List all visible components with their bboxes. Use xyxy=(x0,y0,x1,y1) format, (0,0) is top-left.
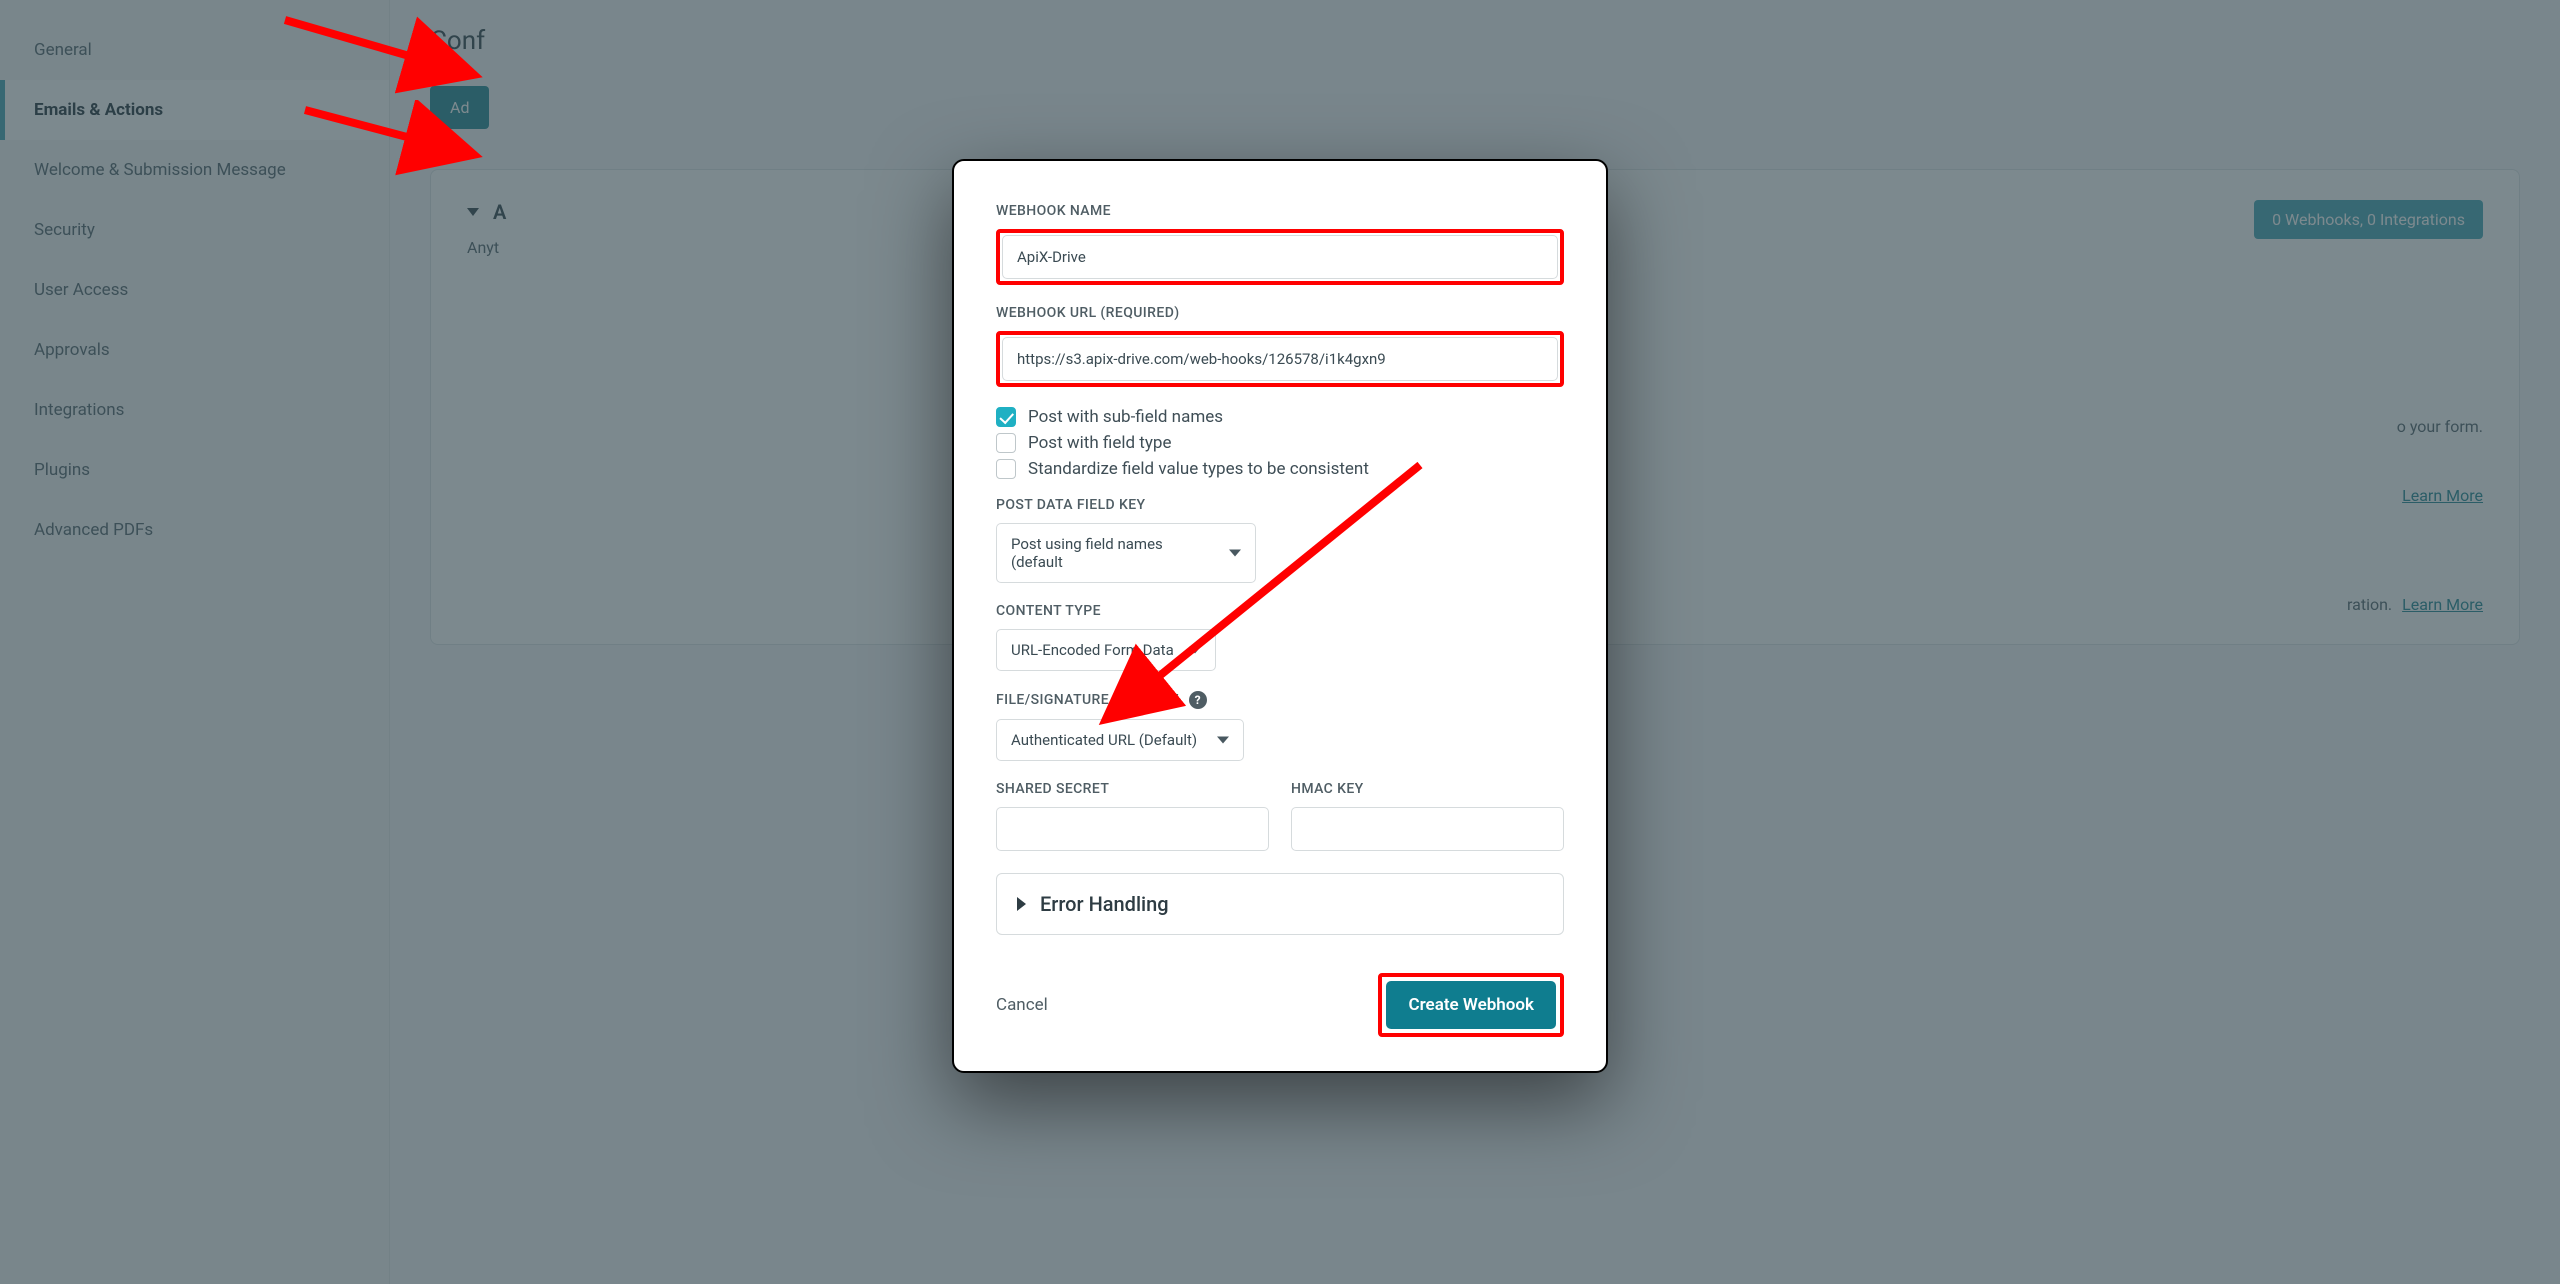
file-signature-url-type-select[interactable]: Authenticated URL (Default) xyxy=(996,719,1244,761)
cancel-button[interactable]: Cancel xyxy=(996,995,1048,1015)
select-value: Post using field names (default xyxy=(1011,535,1163,571)
webhook-url-input[interactable] xyxy=(1002,337,1558,381)
error-handling-collapse[interactable]: Error Handling xyxy=(996,873,1564,935)
checkbox-label: Post with sub-field names xyxy=(1028,407,1223,427)
file-signature-url-type-label: FILE/SIGNATURE URL TYPE ? xyxy=(996,691,1564,709)
hmac-key-field: HMAC KEY xyxy=(1291,781,1564,851)
create-webhook-button[interactable]: Create Webhook xyxy=(1386,981,1556,1029)
hmac-key-label: HMAC KEY xyxy=(1291,781,1564,797)
webhook-name-field: WEBHOOK NAME xyxy=(996,203,1564,285)
hmac-key-input[interactable] xyxy=(1291,807,1564,851)
checkbox-icon xyxy=(996,459,1016,479)
checkbox-row-standardize[interactable]: Standardize field value types to be cons… xyxy=(996,459,1564,479)
checkbox-row-subfield[interactable]: Post with sub-field names xyxy=(996,407,1564,427)
help-icon[interactable]: ? xyxy=(1189,691,1207,709)
chevron-down-icon xyxy=(1189,647,1201,654)
post-data-field-key-label: POST DATA FIELD KEY xyxy=(996,497,1564,513)
collapse-title: Error Handling xyxy=(1040,892,1169,916)
webhook-name-input[interactable] xyxy=(1002,235,1558,279)
file-signature-url-type-field: FILE/SIGNATURE URL TYPE ? Authenticated … xyxy=(996,691,1564,761)
checkbox-row-fieldtype[interactable]: Post with field type xyxy=(996,433,1564,453)
checkbox-label: Standardize field value types to be cons… xyxy=(1028,459,1369,479)
webhook-url-field: WEBHOOK URL (REQUIRED) xyxy=(996,305,1564,387)
checkbox-icon xyxy=(996,433,1016,453)
webhook-name-label: WEBHOOK NAME xyxy=(996,203,1564,219)
content-type-field: CONTENT TYPE URL-Encoded Form Data xyxy=(996,603,1564,671)
post-data-field-key-select[interactable]: Post using field names (default xyxy=(996,523,1256,583)
chevron-down-icon xyxy=(1229,550,1241,557)
checkbox-label: Post with field type xyxy=(1028,433,1171,453)
annotation-highlight-url xyxy=(996,331,1564,387)
create-webhook-modal: WEBHOOK NAME WEBHOOK URL (REQUIRED) Post… xyxy=(952,159,1608,1073)
annotation-highlight-name xyxy=(996,229,1564,285)
post-data-field-key-field: POST DATA FIELD KEY Post using field nam… xyxy=(996,497,1564,583)
webhook-url-label: WEBHOOK URL (REQUIRED) xyxy=(996,305,1564,321)
shared-secret-input[interactable] xyxy=(996,807,1269,851)
annotation-highlight-create: Create Webhook xyxy=(1378,973,1564,1037)
select-value: Authenticated URL (Default) xyxy=(1011,731,1197,749)
checkbox-icon xyxy=(996,407,1016,427)
content-type-label: CONTENT TYPE xyxy=(996,603,1564,619)
chevron-down-icon xyxy=(1217,737,1229,744)
content-type-select[interactable]: URL-Encoded Form Data xyxy=(996,629,1216,671)
label-text: FILE/SIGNATURE URL TYPE xyxy=(996,692,1179,708)
shared-secret-label: SHARED SECRET xyxy=(996,781,1269,797)
modal-footer: Cancel Create Webhook xyxy=(996,973,1564,1037)
select-value: URL-Encoded Form Data xyxy=(1011,641,1174,659)
shared-secret-field: SHARED SECRET xyxy=(996,781,1269,851)
chevron-right-icon xyxy=(1017,897,1026,911)
